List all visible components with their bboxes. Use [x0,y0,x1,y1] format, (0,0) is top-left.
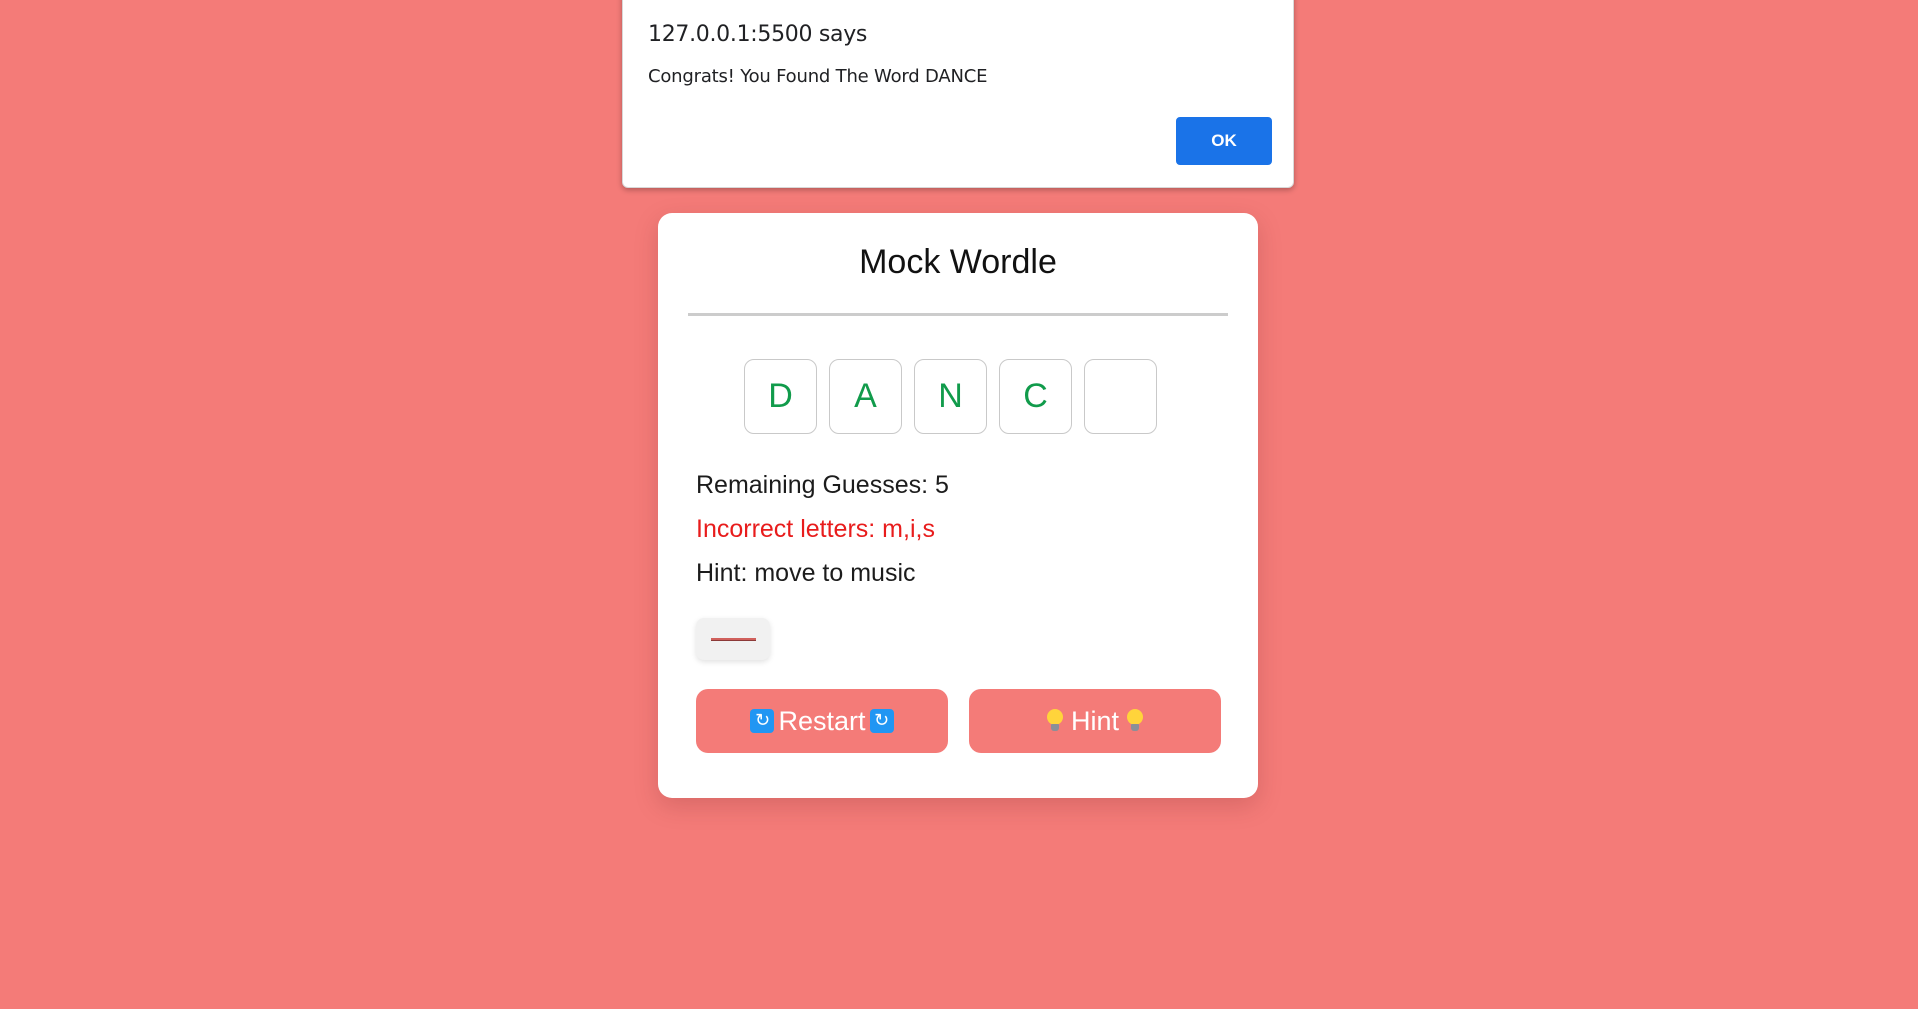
lightbulb-icon [1123,708,1147,734]
browser-alert-dialog: 127.0.0.1:5500 says Congrats! You Found … [622,0,1294,188]
hint-button[interactable]: Hint [969,689,1221,753]
alert-ok-button[interactable]: OK [1176,117,1272,165]
refresh-icon: ↻ [750,709,775,733]
letter-tile: N [914,359,987,434]
game-title: Mock Wordle [859,243,1057,281]
title-divider [688,313,1228,316]
remaining-guesses: Remaining Guesses: 5 [696,471,949,499]
input-cursor-line [711,638,756,641]
letter-tile [1084,359,1157,434]
refresh-icon: ↻ [869,709,894,733]
hint-text: Hint: move to music [696,559,916,587]
incorrect-letters: Incorrect letters: m,i,s [696,515,935,543]
hint-label: Hint [1070,705,1119,736]
letter-tile: C [999,359,1072,434]
letter-tile: D [744,359,817,434]
restart-button[interactable]: ↻ Restart ↻ [696,689,948,753]
game-card: Mock Wordle D A N C Remaining Guesses: 5… [658,213,1258,798]
letter-tile: A [829,359,902,434]
alert-message: Congrats! You Found The Word DANCE [648,66,988,87]
lightbulb-icon [1043,708,1067,734]
letter-tiles: D A N C [744,359,1157,434]
alert-title: 127.0.0.1:5500 says [648,22,868,47]
restart-label: Restart [778,705,866,736]
guess-input[interactable] [696,618,770,660]
